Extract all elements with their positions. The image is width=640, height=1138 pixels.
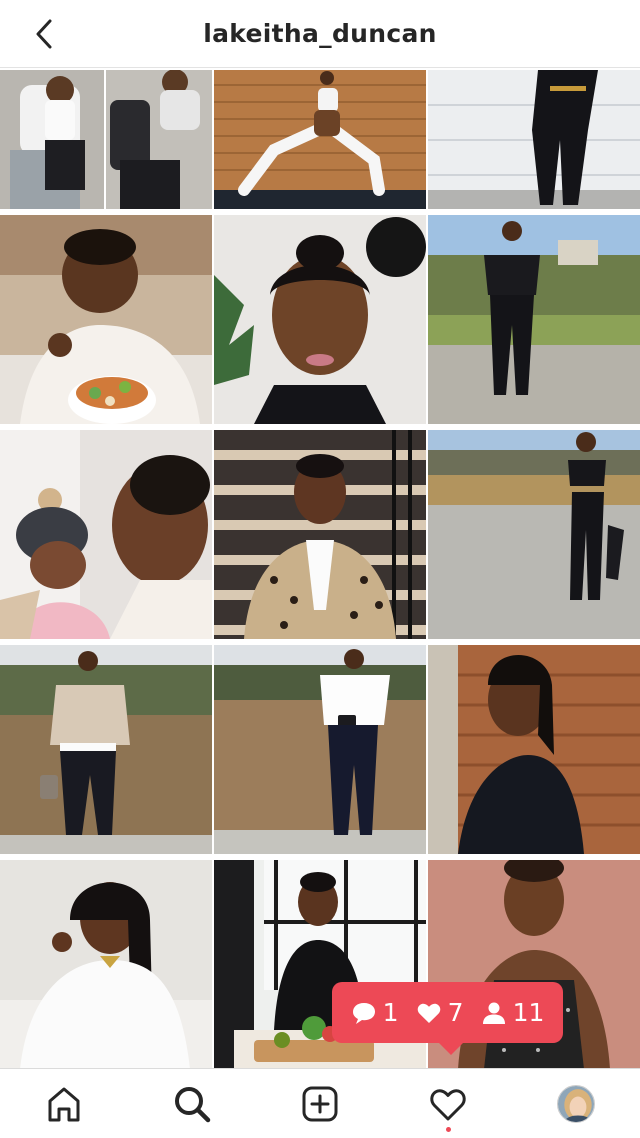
top-header: lakeitha_duncan bbox=[0, 0, 640, 68]
heart-outline-icon bbox=[430, 1088, 466, 1120]
activity-notification-bubble[interactable]: 1 7 11 bbox=[332, 982, 563, 1055]
likes-count: 7 bbox=[447, 998, 464, 1027]
post-white-shirt-outfit[interactable] bbox=[214, 645, 426, 854]
post-black-jacket-wood-wall[interactable] bbox=[428, 645, 640, 854]
add-post-icon bbox=[302, 1086, 338, 1121]
heart-icon bbox=[417, 1003, 440, 1023]
post-turtleneck-outfit[interactable] bbox=[0, 645, 212, 854]
nav-profile-button[interactable] bbox=[544, 1072, 608, 1136]
nav-activity-button[interactable] bbox=[416, 1072, 480, 1136]
comments-count-item: 1 bbox=[351, 998, 399, 1027]
post-white-top-smiling[interactable] bbox=[0, 860, 212, 1068]
comments-count: 1 bbox=[382, 998, 399, 1027]
post-kissing-child[interactable] bbox=[0, 430, 212, 639]
post-leopard-jacket-stairs[interactable] bbox=[214, 430, 426, 639]
followers-count-item: 11 bbox=[481, 998, 545, 1027]
post-lunge-pose[interactable] bbox=[214, 70, 426, 209]
comment-bubble-icon bbox=[352, 1002, 375, 1024]
profile-username: lakeitha_duncan bbox=[203, 19, 437, 48]
bottom-navigation bbox=[0, 1068, 640, 1138]
search-icon bbox=[175, 1086, 211, 1122]
post-black-leggings-garage[interactable] bbox=[428, 70, 640, 209]
post-eating-salad[interactable] bbox=[0, 215, 212, 424]
likes-count-item: 7 bbox=[416, 998, 464, 1027]
posts-grid bbox=[0, 70, 640, 1068]
post-outdoor-fitness-pose[interactable] bbox=[428, 215, 640, 424]
post-closeup-portrait[interactable] bbox=[214, 215, 426, 424]
nav-search-button[interactable] bbox=[160, 1072, 224, 1136]
nav-home-button[interactable] bbox=[32, 1072, 96, 1136]
post-mother-child-bench[interactable] bbox=[0, 70, 212, 209]
profile-avatar bbox=[557, 1084, 595, 1123]
post-black-crop-top-outdoors[interactable] bbox=[428, 430, 640, 639]
notification-dot bbox=[446, 1126, 451, 1132]
home-icon bbox=[48, 1087, 80, 1121]
person-icon bbox=[482, 1002, 505, 1024]
followers-count: 11 bbox=[512, 998, 545, 1027]
nav-new-post-button[interactable] bbox=[288, 1072, 352, 1136]
